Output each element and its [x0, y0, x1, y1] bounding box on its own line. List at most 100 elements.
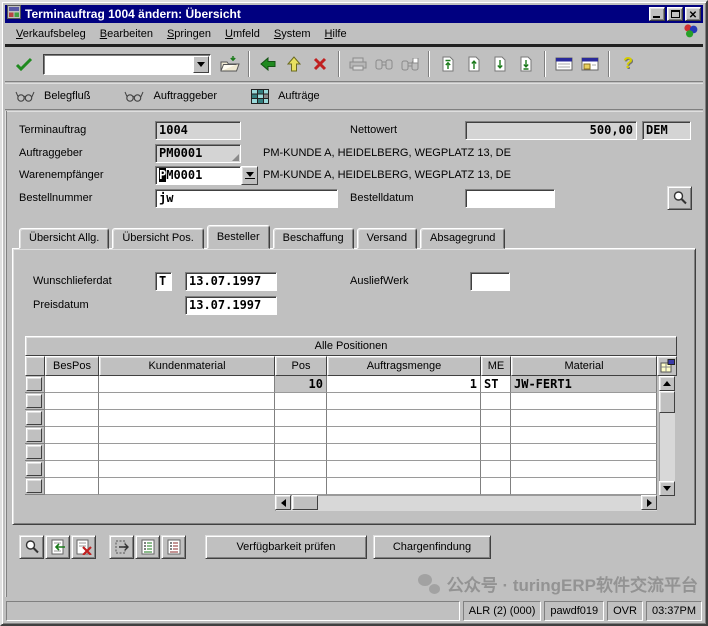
auftraggeber-field[interactable]: PM0001	[155, 144, 241, 163]
tab-uebersicht-allg[interactable]: Übersicht Allg.	[19, 228, 110, 249]
table-cell[interactable]	[99, 478, 275, 495]
cancel-button[interactable]	[307, 52, 333, 76]
table-cell[interactable]	[45, 478, 99, 495]
exit-button[interactable]	[281, 52, 307, 76]
table-cell[interactable]	[511, 427, 657, 444]
bestellnummer-field[interactable]: jw	[155, 189, 338, 208]
wunschlieferdat-type-field[interactable]: T	[155, 272, 172, 291]
cell-me[interactable]: ST	[481, 376, 511, 393]
table-cell[interactable]	[481, 461, 511, 478]
header-me[interactable]: ME	[481, 356, 511, 376]
previous-page-button[interactable]	[461, 52, 487, 76]
propose-items-button[interactable]	[109, 535, 134, 559]
row-selector-button[interactable]	[25, 461, 45, 478]
scroll-right-button[interactable]	[641, 495, 657, 510]
last-page-button[interactable]	[513, 52, 539, 76]
table-cell[interactable]	[327, 478, 481, 495]
menu-springen[interactable]: Springen	[160, 26, 218, 42]
belegfluss-button[interactable]: Belegfluß	[15, 90, 90, 102]
table-cell[interactable]	[275, 461, 327, 478]
table-cell[interactable]	[275, 444, 327, 461]
cell-auftragsmenge[interactable]: 1	[327, 376, 481, 393]
table-cell[interactable]	[327, 461, 481, 478]
table-cell[interactable]	[275, 393, 327, 410]
row-selector-button[interactable]	[25, 376, 45, 393]
menu-verkaufsbeleg[interactable]: Verkaufsbeleg	[9, 26, 93, 42]
row-selector-button[interactable]	[25, 410, 45, 427]
table-cell[interactable]	[511, 444, 657, 461]
table-cell[interactable]	[45, 461, 99, 478]
auftraege-button[interactable]: Aufträge	[251, 88, 320, 104]
detail-button[interactable]	[19, 535, 44, 559]
table-cell[interactable]	[327, 410, 481, 427]
menu-bearbeiten[interactable]: Bearbeiten	[93, 26, 160, 42]
cell-kundenmaterial[interactable]	[99, 376, 275, 393]
find-next-button[interactable]	[397, 52, 423, 76]
table-cell[interactable]	[275, 427, 327, 444]
menu-umfeld[interactable]: Umfeld	[218, 26, 267, 42]
vscroll-thumb[interactable]	[659, 391, 675, 413]
preisdatum-field[interactable]: 13.07.1997	[185, 296, 277, 315]
help-button[interactable]	[615, 52, 641, 76]
table-cell[interactable]	[327, 444, 481, 461]
row-selector-button[interactable]	[25, 478, 45, 495]
table-cell[interactable]	[511, 461, 657, 478]
main-items-button[interactable]	[135, 535, 160, 559]
tab-uebersicht-pos[interactable]: Übersicht Pos.	[112, 228, 204, 249]
table-cell[interactable]	[327, 393, 481, 410]
table-cell[interactable]	[481, 427, 511, 444]
tab-beschaffung[interactable]: Beschaffung	[272, 228, 354, 249]
wunschlieferdat-date-field[interactable]: 13.07.1997	[185, 272, 277, 291]
enter-button[interactable]	[11, 52, 37, 76]
sub-items-button[interactable]	[161, 535, 186, 559]
cell-bespos[interactable]	[45, 376, 99, 393]
header-material[interactable]: Material	[511, 356, 657, 376]
table-cell[interactable]	[99, 427, 275, 444]
insert-item-button[interactable]	[45, 535, 70, 559]
warenempfaenger-dropdown-button[interactable]	[241, 166, 258, 185]
maximize-button[interactable]	[667, 7, 683, 21]
back-button[interactable]	[255, 52, 281, 76]
first-page-button[interactable]	[435, 52, 461, 76]
menu-system[interactable]: System	[267, 26, 318, 42]
search-button[interactable]	[667, 186, 692, 210]
table-cell[interactable]	[99, 410, 275, 427]
header-kundenmaterial[interactable]: Kundenmaterial	[99, 356, 275, 376]
table-cell[interactable]	[481, 478, 511, 495]
header-bespos[interactable]: BesPos	[45, 356, 99, 376]
command-dropdown-button[interactable]	[193, 55, 209, 73]
status-input-mode[interactable]: OVR	[607, 601, 643, 621]
table-cell[interactable]	[99, 393, 275, 410]
new-session-button[interactable]	[551, 52, 577, 76]
warenempfaenger-field[interactable]: PM0001	[155, 166, 241, 185]
row-selector-button[interactable]	[25, 393, 45, 410]
scroll-up-button[interactable]	[659, 376, 675, 391]
scroll-left-button[interactable]	[275, 495, 291, 510]
table-cell[interactable]	[511, 410, 657, 427]
table-cell[interactable]	[275, 410, 327, 427]
table-cell[interactable]	[481, 393, 511, 410]
auftraggeber-button[interactable]: Auftraggeber	[124, 90, 217, 102]
table-cell[interactable]	[511, 478, 657, 495]
chargenfindung-button[interactable]: Chargenfindung	[373, 535, 491, 559]
find-button[interactable]	[371, 52, 397, 76]
table-cell[interactable]	[275, 478, 327, 495]
delete-item-button[interactable]	[71, 535, 96, 559]
hscroll-thumb[interactable]	[292, 495, 318, 510]
table-cell[interactable]	[481, 410, 511, 427]
table-config-button[interactable]	[657, 356, 677, 376]
table-cell[interactable]	[327, 427, 481, 444]
table-cell[interactable]	[45, 427, 99, 444]
minimize-button[interactable]	[649, 7, 665, 21]
command-field[interactable]	[43, 53, 211, 75]
print-button[interactable]	[345, 52, 371, 76]
terminauftrag-field[interactable]: 1004	[155, 121, 241, 140]
verfuegbarkeit-pruefen-button[interactable]: Verfügbarkeit prüfen	[205, 535, 367, 559]
table-cell[interactable]	[99, 444, 275, 461]
close-button[interactable]	[685, 7, 701, 21]
bestelldatum-field[interactable]	[465, 189, 555, 208]
next-page-button[interactable]	[487, 52, 513, 76]
table-cell[interactable]	[99, 461, 275, 478]
table-cell[interactable]	[481, 444, 511, 461]
row-selector-button[interactable]	[25, 427, 45, 444]
